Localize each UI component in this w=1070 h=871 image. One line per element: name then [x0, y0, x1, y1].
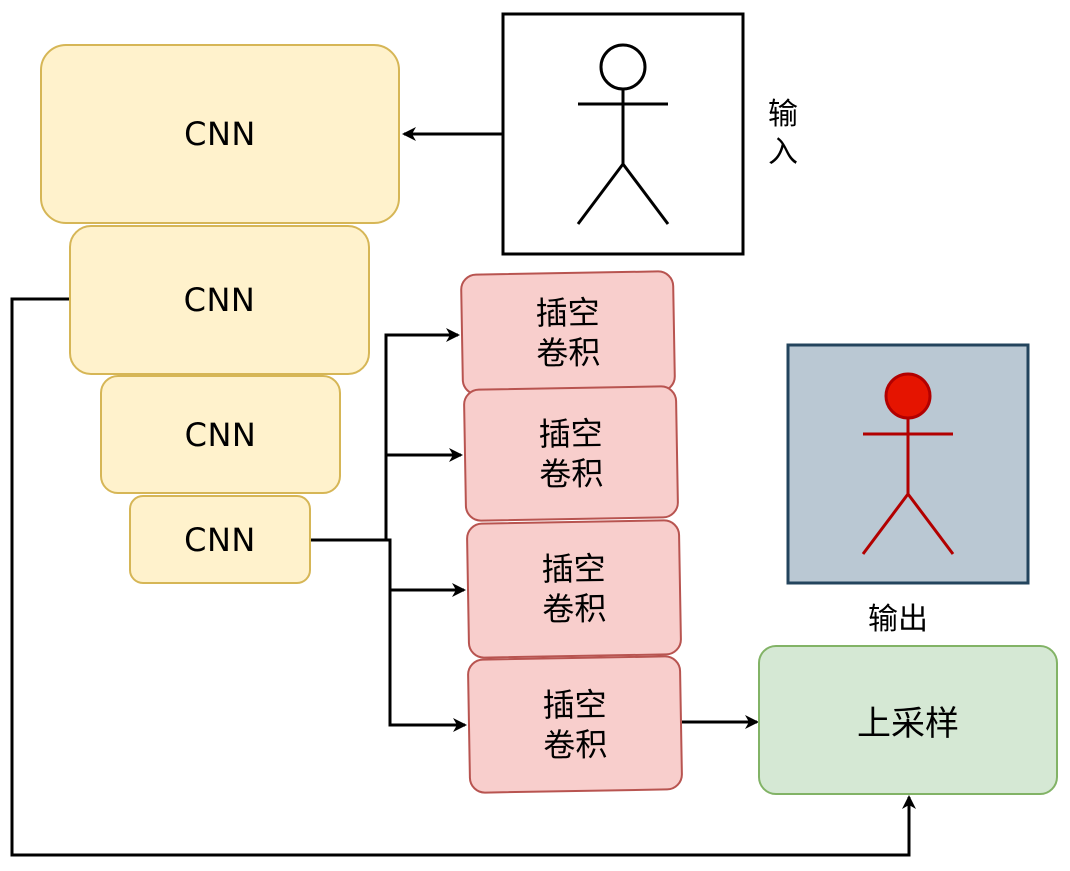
- cnn-block-4: CNN: [129, 495, 311, 584]
- upsample-block: 上采样: [758, 645, 1058, 795]
- dilated-conv-block-2: 插空 卷积: [462, 385, 680, 522]
- cnn-block-1: CNN: [40, 44, 400, 224]
- output-label: 输出: [862, 594, 934, 638]
- edge-cnn4-to-dilated3: [386, 538, 466, 597]
- cnn-block-3: CNN: [100, 375, 341, 494]
- input-label: 输 入: [768, 97, 798, 170]
- cnn-block-2: CNN: [69, 225, 370, 375]
- dilated-conv-block-4: 插空 卷积: [466, 655, 684, 794]
- dilated-conv-block-3: 插空 卷积: [465, 519, 683, 659]
- dilated-conv-block-1: 插空 卷积: [459, 270, 677, 396]
- edge-cnn4-to-dilated4: [388, 590, 467, 732]
